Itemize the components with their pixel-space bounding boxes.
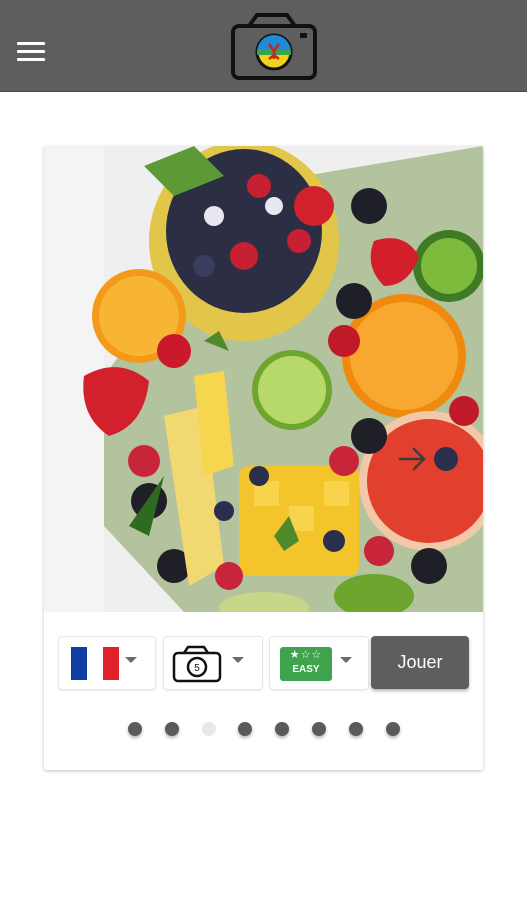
difficulty-stars-icon: ★☆☆ [289, 649, 323, 661]
fruit-platter-photo [44, 146, 483, 612]
play-button[interactable]: Jouer [371, 636, 469, 689]
svg-text:5: 5 [194, 663, 200, 674]
game-controls: 5 ★☆☆ EASY Jouer [44, 636, 483, 691]
chevron-down-icon [125, 657, 137, 663]
chevron-down-icon [232, 657, 244, 663]
hamburger-menu-icon[interactable] [17, 42, 45, 62]
pagination-dot[interactable] [238, 722, 253, 736]
pagination-dot[interactable] [201, 722, 216, 736]
camera-logo-icon [231, 13, 317, 80]
pagination-dot[interactable] [348, 722, 363, 736]
pagination-dot[interactable] [128, 722, 142, 736]
pagination-dot[interactable] [164, 722, 179, 736]
difficulty-select[interactable]: ★☆☆ EASY [269, 636, 369, 690]
pagination-dot[interactable] [275, 722, 290, 736]
chevron-down-icon [340, 657, 352, 663]
difficulty-badge: ★☆☆ EASY [280, 647, 332, 681]
pagination-dot[interactable] [312, 722, 326, 736]
app-bar [0, 0, 527, 92]
camera-icon: 5 [172, 645, 222, 683]
pagination-dots [44, 722, 483, 742]
language-select[interactable] [58, 636, 156, 690]
difficulty-label: EASY [292, 664, 320, 675]
france-flag-icon [71, 647, 119, 680]
photo-source-select[interactable]: 5 [163, 636, 263, 690]
pagination-dot[interactable] [385, 722, 400, 736]
game-card: 5 ★☆☆ EASY Jouer [44, 146, 483, 770]
